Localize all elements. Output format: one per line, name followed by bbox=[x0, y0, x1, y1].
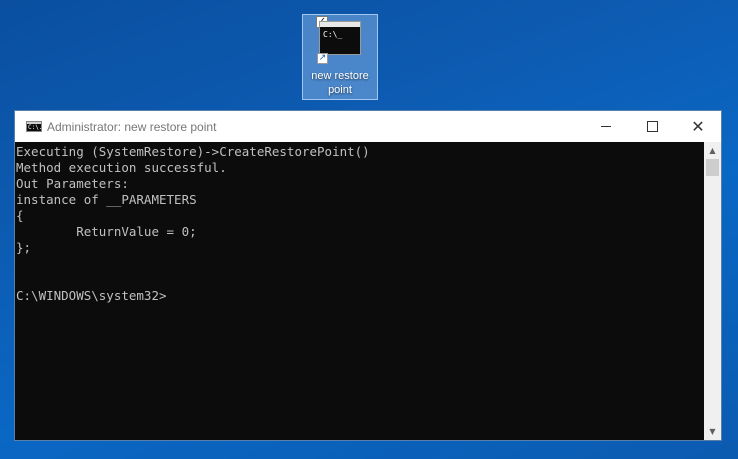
icon-titlebar bbox=[320, 22, 360, 27]
console-window[interactable]: C:\. Administrator: new restore point ✕ … bbox=[14, 110, 722, 441]
console-shortcut-icon: C:\_ bbox=[319, 21, 361, 55]
desktop-icon-label-line1: new restore bbox=[311, 70, 369, 82]
console-text: Executing (SystemRestore)->CreateRestore… bbox=[16, 144, 370, 303]
minimize-icon bbox=[601, 125, 611, 127]
cmd-app-icon[interactable]: C:\. bbox=[26, 121, 42, 132]
maximize-button[interactable] bbox=[629, 111, 675, 142]
vertical-scrollbar[interactable]: ▲ ▼ bbox=[704, 142, 721, 440]
maximize-icon bbox=[646, 120, 658, 132]
scroll-down-arrow-icon[interactable]: ▼ bbox=[704, 423, 721, 440]
desktop-shortcut-new-restore-point[interactable]: ✓ C:\_ ↗ new restore point bbox=[302, 14, 378, 100]
console-output-area[interactable]: Executing (SystemRestore)->CreateRestore… bbox=[15, 142, 704, 440]
window-title: Administrator: new restore point bbox=[47, 120, 217, 134]
close-icon: ✕ bbox=[691, 117, 705, 136]
cmd-app-icon-text: C:\. bbox=[28, 124, 43, 131]
scrollbar-thumb[interactable] bbox=[706, 159, 719, 176]
title-bar[interactable]: C:\. Administrator: new restore point ✕ bbox=[15, 111, 721, 142]
desktop-icon-label: new restore point bbox=[303, 69, 377, 97]
minimize-button[interactable] bbox=[583, 111, 629, 142]
scroll-up-arrow-icon[interactable]: ▲ bbox=[704, 142, 721, 159]
desktop-icon-label-line2: point bbox=[328, 84, 352, 96]
close-button[interactable]: ✕ bbox=[675, 111, 721, 142]
shortcut-arrow-icon: ↗ bbox=[317, 53, 328, 64]
icon-prompt-text: C:\_ bbox=[323, 30, 343, 39]
